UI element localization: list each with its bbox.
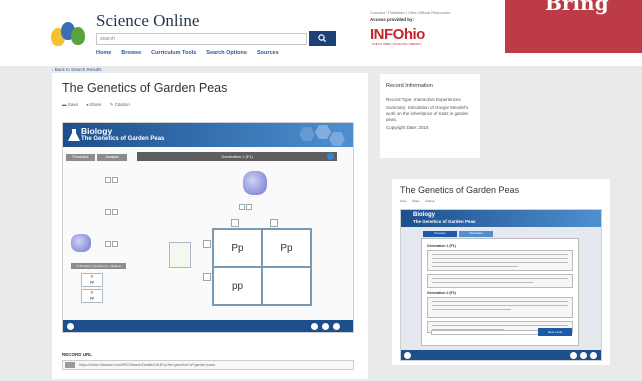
record-information-panel: Record Information Record Type: Interact… [380,74,480,158]
info-icon[interactable] [333,323,340,330]
main-nav: Home Browse Curriculum Tools Search Opti… [96,50,279,56]
purple-flower-parent[interactable] [71,234,91,252]
punnett-cell[interactable]: Pp [262,229,311,267]
seed-label: pp [89,279,95,284]
preview-card[interactable]: The Genetics of Garden Peas Save Share C… [392,179,610,365]
seed-box[interactable]: Ppp [81,289,103,303]
tab-procedure[interactable]: Procedure [66,154,95,161]
seed-pair[interactable] [105,209,118,215]
promo-banner[interactable]: Bring [505,0,642,53]
record-url-label: RECORD URL [62,352,92,357]
tab-analysis[interactable]: Analysis [97,154,127,161]
site-title[interactable]: Science Online [96,11,199,31]
punnett-square: Pp Pp pp [212,228,312,306]
player-header: Biology The Genetics of Garden Peas [63,123,353,147]
nav-home[interactable]: Home [96,50,111,56]
player-subject: Biology [81,126,113,136]
share-button[interactable]: ◂ Share [86,102,102,108]
preview-save-button[interactable]: Save [400,199,407,203]
preview-text-box [427,274,573,288]
settings-icon[interactable] [67,323,74,330]
preview-subtitle: The Genetics of Garden Peas [413,219,476,224]
logo-leaf-green [71,27,85,45]
preview-generation-1: Generation 1 (F1) [427,244,456,248]
seed-pair[interactable] [105,177,118,183]
record-card: The Genetics of Garden Peas ▬ Save ◂ Sha… [52,73,368,379]
preview-player-footer [401,350,601,360]
preview-citation-button[interactable]: Citation [425,199,435,203]
record-url-value: https://online.infobase.com/HRC/Search/D… [79,363,216,367]
purple-flower-offspring[interactable] [243,171,267,195]
refresh-icon[interactable] [327,153,334,160]
preview-text-box [427,297,573,318]
site-logo[interactable] [51,22,89,46]
seed-pair[interactable] [239,204,252,210]
allele-selector[interactable] [270,219,278,227]
record-actions: ▬ Save ◂ Share ✎ Citation [62,102,130,108]
share-label: Share [89,102,102,107]
save-label: Save [67,102,79,107]
record-url-field[interactable]: https://online.infobase.com/HRC/Search/D… [62,360,354,370]
allele-selector[interactable] [231,219,239,227]
seed-pair[interactable] [105,241,118,247]
seed-label: pp [89,295,95,300]
record-information-heading: Record Information [386,83,433,89]
breadcrumb[interactable]: ‹ Back to Search Results [52,67,102,72]
hexagon-decoration [299,125,345,146]
preview-text-box [427,250,573,271]
copyright-date: Copyright Date: 2015 [386,125,429,130]
allele-selector[interactable] [203,273,211,281]
record-type: Record Type: Interactive Experiences [386,97,461,102]
preview-player-header: Biology The Genetics of Garden Peas [401,210,601,227]
player-title: The Genetics of Garden Peas [81,136,165,142]
cross-tag: P (Purple) x pp (Green) - Original [71,263,126,269]
preview-answer-input[interactable] [431,330,549,335]
allele-selector[interactable] [203,240,211,248]
next-level-button[interactable]: Next Level [538,328,572,336]
preview-share-button[interactable]: Share [412,199,420,203]
nav-browse[interactable]: Browse [121,50,141,56]
search-button[interactable] [309,31,336,46]
punnett-cell[interactable]: pp [213,267,262,305]
copy-icon[interactable] [65,362,75,368]
help-icon[interactable] [322,323,329,330]
nav-search-options[interactable]: Search Options [206,50,247,56]
preview-tab-observation[interactable]: Observation [459,231,493,237]
green-plant-parent[interactable] [169,242,191,268]
search-input[interactable]: search [96,33,307,45]
preview-generation-2: Generation 2 (F2) [427,291,456,295]
promo-text: Bring [545,0,609,15]
preview-player[interactable]: Biology The Genetics of Garden Peas Proc… [400,209,602,361]
page-title: The Genetics of Garden Peas [62,81,228,95]
infohio-tagline: OHIO'S PREK-12 DIGITAL LIBRARY [372,42,422,46]
seed-box[interactable]: Ppp [81,273,103,287]
citation-label: Citation [114,102,130,107]
info-icon[interactable] [590,352,597,359]
help-icon[interactable] [580,352,587,359]
access-provided-label: Access provided by: [370,17,415,22]
nav-curriculum-tools[interactable]: Curriculum Tools [151,50,196,56]
settings-icon[interactable] [404,352,411,359]
nav-sources[interactable]: Sources [257,50,279,56]
preview-title: The Genetics of Garden Peas [400,185,520,195]
player-footer [63,320,353,332]
breadcrumb-label: Back to Search Results [54,67,102,72]
citation-button[interactable]: ✎ Citation [110,102,130,108]
infohio-logo[interactable]: INFOhio [370,26,425,43]
save-button[interactable]: ▬ Save [62,102,78,108]
generation-label: Generation 1 (F1) [137,152,337,161]
punnett-cell[interactable]: Pp [213,229,262,267]
record-summary: Summary: Simulation of Gregor Mendel's w… [386,105,469,122]
preview-tab-procedure[interactable]: Procedure [423,231,457,237]
flask-icon [68,129,80,141]
punnett-cell[interactable] [262,267,311,305]
top-links[interactable]: Connect / Publisher | View Official Reso… [370,10,450,15]
preview-subject: Biology [413,212,435,218]
preview-actions: Save Share Citation [400,199,435,203]
print-icon[interactable] [311,323,318,330]
search-icon [318,34,326,42]
print-icon[interactable] [570,352,577,359]
